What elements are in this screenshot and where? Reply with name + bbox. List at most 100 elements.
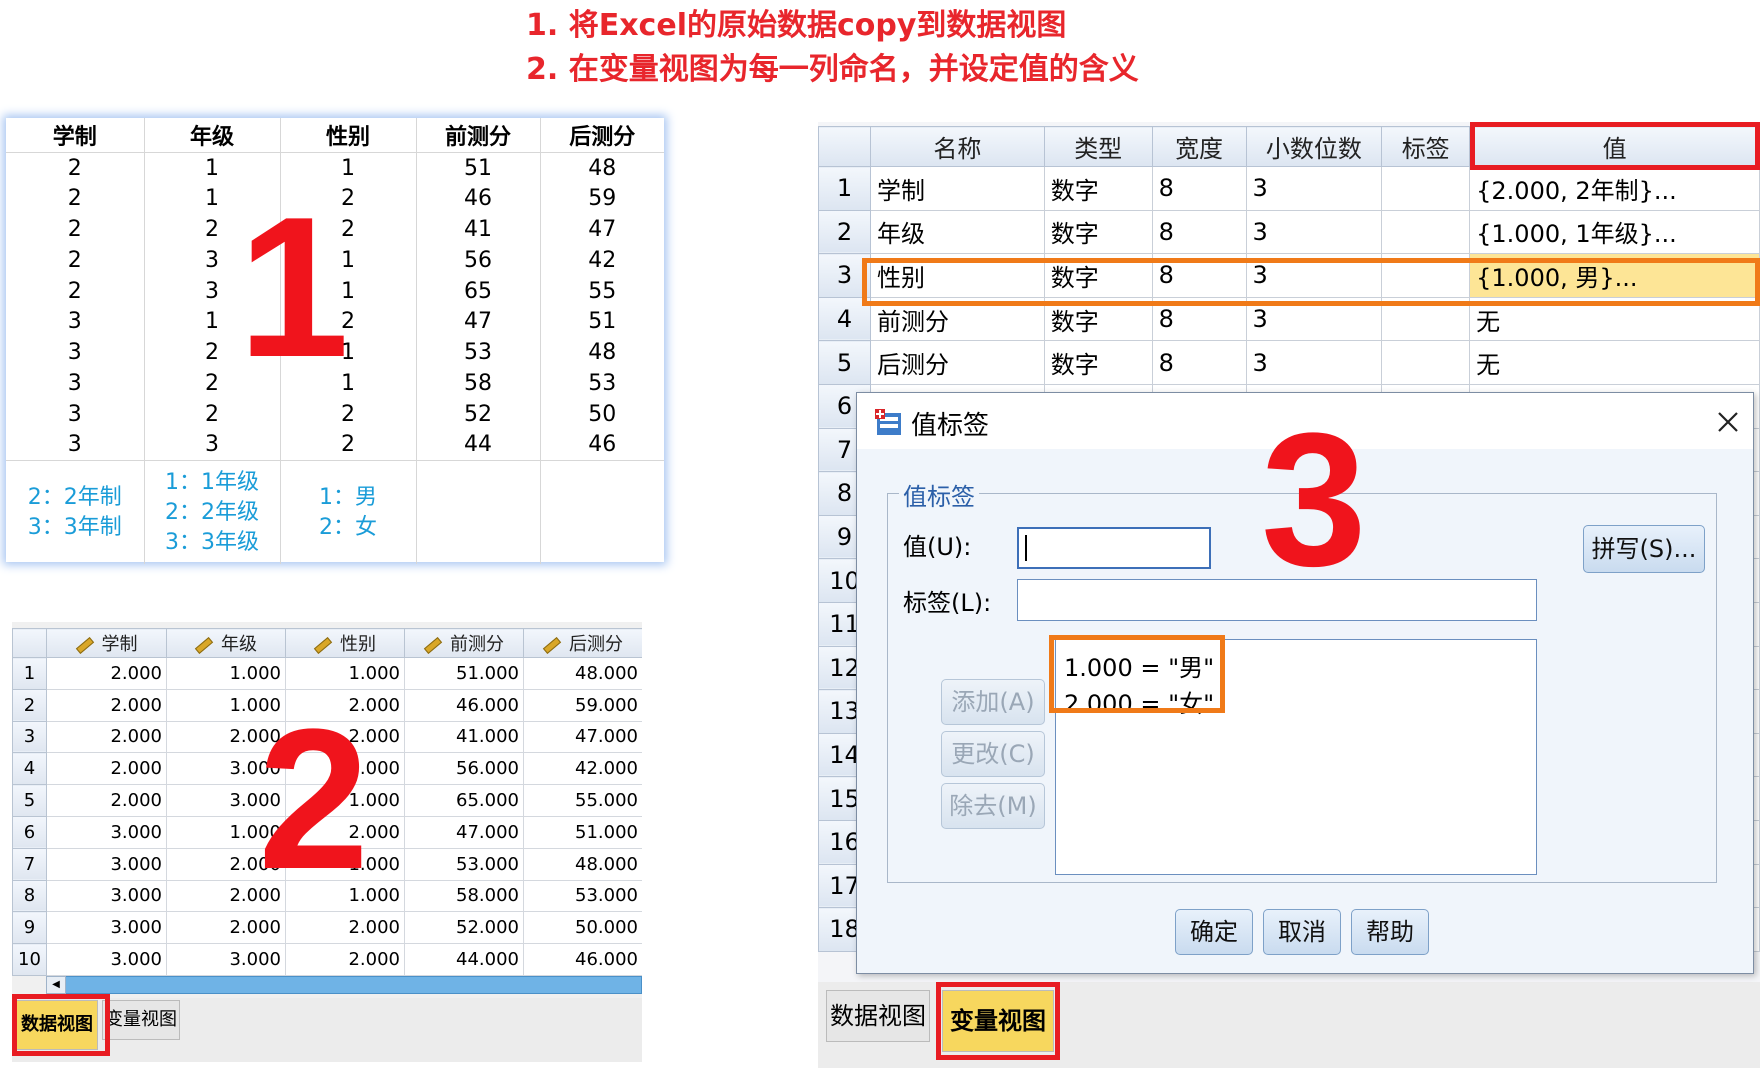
data-cell[interactable]: 48.000 xyxy=(523,847,642,881)
data-cell[interactable]: 42.000 xyxy=(523,752,642,786)
column-header-name[interactable]: 名称 xyxy=(869,126,1045,167)
row-number[interactable]: 7 xyxy=(12,847,47,881)
variable-cell[interactable]: 年级 xyxy=(869,209,1045,255)
data-cell[interactable]: 47.000 xyxy=(523,720,642,754)
row-number[interactable]: 10 xyxy=(12,943,47,976)
data-cell[interactable]: 55.000 xyxy=(523,784,642,817)
data-cell[interactable]: 58.000 xyxy=(404,879,524,913)
variable-cell[interactable]: 8 xyxy=(1151,166,1247,211)
variable-cell[interactable]: {1.000, 1年级}... xyxy=(1469,209,1760,255)
data-cell[interactable]: 52.000 xyxy=(404,911,524,945)
column-header-houce[interactable]: 后测分 xyxy=(523,628,642,658)
row-number[interactable]: 1 xyxy=(818,166,871,211)
spell-button[interactable]: 拼写(S)... xyxy=(1583,525,1705,573)
row-number[interactable]: 6 xyxy=(12,815,47,849)
row-number[interactable]: 5 xyxy=(818,340,871,385)
instruction-line-2: 2. 在变量视图为每一列命名，并设定值的含义 xyxy=(526,52,1139,87)
row-number[interactable]: 3 xyxy=(12,720,47,754)
data-cell[interactable]: 46.000 xyxy=(523,943,642,976)
data-cell[interactable]: 44.000 xyxy=(404,943,524,976)
row-number[interactable]: 8 xyxy=(12,879,47,913)
data-cell[interactable]: 47.000 xyxy=(404,815,524,849)
variable-cell[interactable]: 3 xyxy=(1245,340,1383,385)
variable-cell[interactable]: 无 xyxy=(1469,340,1760,385)
data-cell[interactable]: 2.000 xyxy=(166,911,286,945)
add-button[interactable]: 添加(A) xyxy=(941,679,1045,725)
variable-cell[interactable]: 数字 xyxy=(1043,340,1153,385)
variable-cell[interactable]: 8 xyxy=(1151,209,1247,255)
row-number[interactable]: 5 xyxy=(12,784,47,817)
column-header-label[interactable]: 标签 xyxy=(1381,126,1471,167)
data-cell[interactable]: 3.000 xyxy=(46,847,167,881)
column-header-xingbie[interactable]: 性别 xyxy=(285,628,405,658)
data-cell[interactable]: 3.000 xyxy=(46,943,167,976)
variable-cell[interactable] xyxy=(1381,166,1471,211)
data-cell[interactable]: 51.000 xyxy=(404,657,524,690)
data-cell[interactable]: 51.000 xyxy=(523,815,642,849)
data-cell[interactable]: 3.000 xyxy=(46,911,167,945)
column-header-nianji[interactable]: 年级 xyxy=(166,628,286,658)
data-cell[interactable]: 1.000 xyxy=(166,657,286,690)
value-labels-app-icon xyxy=(875,409,901,435)
row-number[interactable]: 2 xyxy=(818,209,871,255)
cancel-button[interactable]: 取消 xyxy=(1263,909,1341,955)
variable-cell[interactable]: 3 xyxy=(1245,166,1383,211)
column-header-type[interactable]: 类型 xyxy=(1043,126,1153,167)
column-header-decimals[interactable]: 小数位数 xyxy=(1245,126,1383,167)
change-button[interactable]: 更改(C) xyxy=(941,731,1045,777)
close-icon[interactable] xyxy=(1717,411,1739,433)
data-cell[interactable]: 2.000 xyxy=(285,943,405,976)
variable-cell[interactable]: 3 xyxy=(1245,209,1383,255)
tab-variable-view[interactable]: 变量视图 xyxy=(102,1000,180,1040)
data-cell[interactable]: 2.000 xyxy=(46,752,167,786)
variable-cell[interactable]: 数字 xyxy=(1043,209,1153,255)
data-cell[interactable]: 41.000 xyxy=(404,720,524,754)
data-cell[interactable]: 3.000 xyxy=(46,815,167,849)
variable-cell[interactable] xyxy=(1381,340,1471,385)
variable-cell[interactable]: 数字 xyxy=(1043,166,1153,211)
data-cell[interactable]: 1.000 xyxy=(285,657,405,690)
value-input[interactable] xyxy=(1017,527,1211,569)
row-number[interactable]: 1 xyxy=(12,657,47,690)
data-cell[interactable]: 53.000 xyxy=(404,847,524,881)
variable-cell[interactable]: 后测分 xyxy=(869,340,1045,385)
horizontal-scrollbar[interactable] xyxy=(46,976,642,994)
column-header-xuezhi[interactable]: 学制 xyxy=(46,628,167,658)
data-cell[interactable]: 3.000 xyxy=(46,879,167,913)
column-header-qiance[interactable]: 前测分 xyxy=(404,628,524,658)
column-header-width[interactable]: 宽度 xyxy=(1151,126,1247,167)
row-number[interactable]: 4 xyxy=(12,752,47,786)
column-header-label: 性别 xyxy=(340,634,376,655)
variable-cell[interactable]: 8 xyxy=(1151,340,1247,385)
scale-ruler-icon xyxy=(313,636,333,654)
excel-cell: 3 xyxy=(6,368,145,399)
help-button[interactable]: 帮助 xyxy=(1351,909,1429,955)
excel-cell: 47 xyxy=(416,306,541,338)
data-cell[interactable]: 65.000 xyxy=(404,784,524,817)
data-cell[interactable]: 2.000 xyxy=(46,720,167,754)
ok-button[interactable]: 确定 xyxy=(1175,909,1253,955)
legend-nianji-1: 1：1年级 xyxy=(165,469,259,495)
data-cell[interactable]: 2.000 xyxy=(46,657,167,690)
data-cell[interactable]: 50.000 xyxy=(523,911,642,945)
data-cell[interactable]: 2.000 xyxy=(46,688,167,722)
data-cell[interactable]: 59.000 xyxy=(523,688,642,722)
data-cell[interactable]: 2.000 xyxy=(46,784,167,817)
legend-xuezhi: 2：2年制 3：3年制 xyxy=(6,459,145,565)
scroll-left-arrow-icon[interactable]: ◀ xyxy=(46,976,66,994)
excel-cell: 2 xyxy=(6,152,145,184)
data-cell[interactable]: 2.000 xyxy=(285,911,405,945)
excel-cell: 3 xyxy=(144,429,281,461)
variable-cell[interactable]: 学制 xyxy=(869,166,1045,211)
data-cell[interactable]: 56.000 xyxy=(404,752,524,786)
data-cell[interactable]: 3.000 xyxy=(166,943,286,976)
tab-data-view[interactable]: 数据视图 xyxy=(826,990,930,1042)
variable-cell[interactable]: {2.000, 2年制}... xyxy=(1469,166,1760,211)
row-number[interactable]: 9 xyxy=(12,911,47,945)
data-cell[interactable]: 53.000 xyxy=(523,879,642,913)
remove-button[interactable]: 除去(M) xyxy=(941,783,1045,829)
row-number[interactable]: 2 xyxy=(12,688,47,722)
data-cell[interactable]: 46.000 xyxy=(404,688,524,722)
variable-cell[interactable] xyxy=(1381,209,1471,255)
data-cell[interactable]: 48.000 xyxy=(523,657,642,690)
